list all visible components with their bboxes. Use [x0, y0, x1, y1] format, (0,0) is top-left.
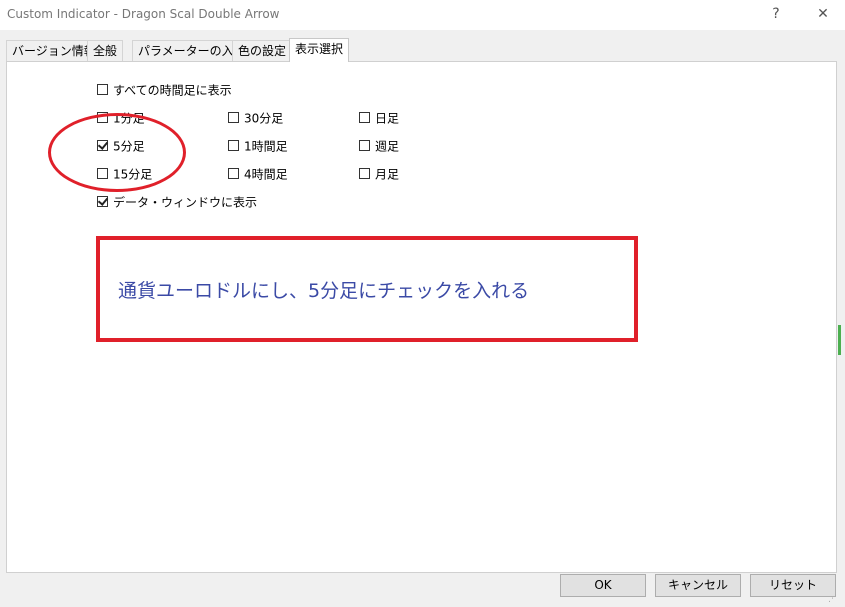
timeframe-d1-label: 日足	[375, 111, 400, 126]
side-marker	[838, 325, 841, 355]
instruction-text: 通貨ユーロドルにし、5分足にチェックを入れる	[118, 280, 530, 302]
close-icon[interactable]: ✕	[812, 4, 834, 24]
timeframe-mn-label: 月足	[375, 167, 400, 182]
data-window-label: データ・ウィンドウに表示	[113, 195, 258, 210]
highlight-circle	[48, 113, 186, 192]
window-title: Custom Indicator - Dragon Scal Double Ar…	[7, 7, 280, 21]
cancel-button[interactable]: キャンセル	[655, 574, 741, 597]
all-timeframes-label: すべての時間足に表示	[113, 83, 232, 98]
all-timeframes-checkbox[interactable]	[97, 84, 108, 95]
timeframe-h1-option[interactable]: 1時間足	[228, 138, 288, 154]
ok-button[interactable]: OK	[560, 574, 646, 597]
data-window-checkbox[interactable]	[97, 196, 108, 207]
tab-visualization[interactable]: 表示選択	[289, 38, 350, 62]
timeframe-h1-label: 1時間足	[244, 139, 288, 154]
timeframe-h4-option[interactable]: 4時間足	[228, 166, 288, 182]
timeframe-d1-checkbox[interactable]	[359, 112, 370, 123]
timeframe-w1-checkbox[interactable]	[359, 140, 370, 151]
timeframe-m30-option[interactable]: 30分足	[228, 110, 283, 126]
data-window-option[interactable]: データ・ウィンドウに表示	[97, 194, 257, 210]
instruction-box: 通貨ユーロドルにし、5分足にチェックを入れる	[96, 236, 638, 342]
timeframe-w1-option[interactable]: 週足	[359, 138, 399, 154]
timeframe-d1-option[interactable]: 日足	[359, 110, 399, 126]
timeframe-h4-label: 4時間足	[244, 167, 288, 182]
resize-grip-icon[interactable]: ⋰	[828, 594, 840, 606]
timeframe-m30-label: 30分足	[244, 111, 284, 126]
reset-button[interactable]: リセット	[750, 574, 836, 597]
timeframe-w1-label: 週足	[375, 139, 400, 154]
timeframe-m30-checkbox[interactable]	[228, 112, 239, 123]
timeframe-h1-checkbox[interactable]	[228, 140, 239, 151]
help-icon[interactable]: ?	[765, 4, 787, 24]
timeframe-mn-checkbox[interactable]	[359, 168, 370, 179]
timeframe-mn-option[interactable]: 月足	[359, 166, 399, 182]
tab-colors[interactable]: 色の設定	[232, 40, 293, 61]
timeframe-h4-checkbox[interactable]	[228, 168, 239, 179]
tab-general[interactable]: 全般	[87, 40, 124, 61]
all-timeframes-option[interactable]: すべての時間足に表示	[97, 82, 232, 98]
title-bar: Custom Indicator - Dragon Scal Double Ar…	[0, 0, 845, 30]
indicator-dialog: Custom Indicator - Dragon Scal Double Ar…	[0, 0, 845, 607]
